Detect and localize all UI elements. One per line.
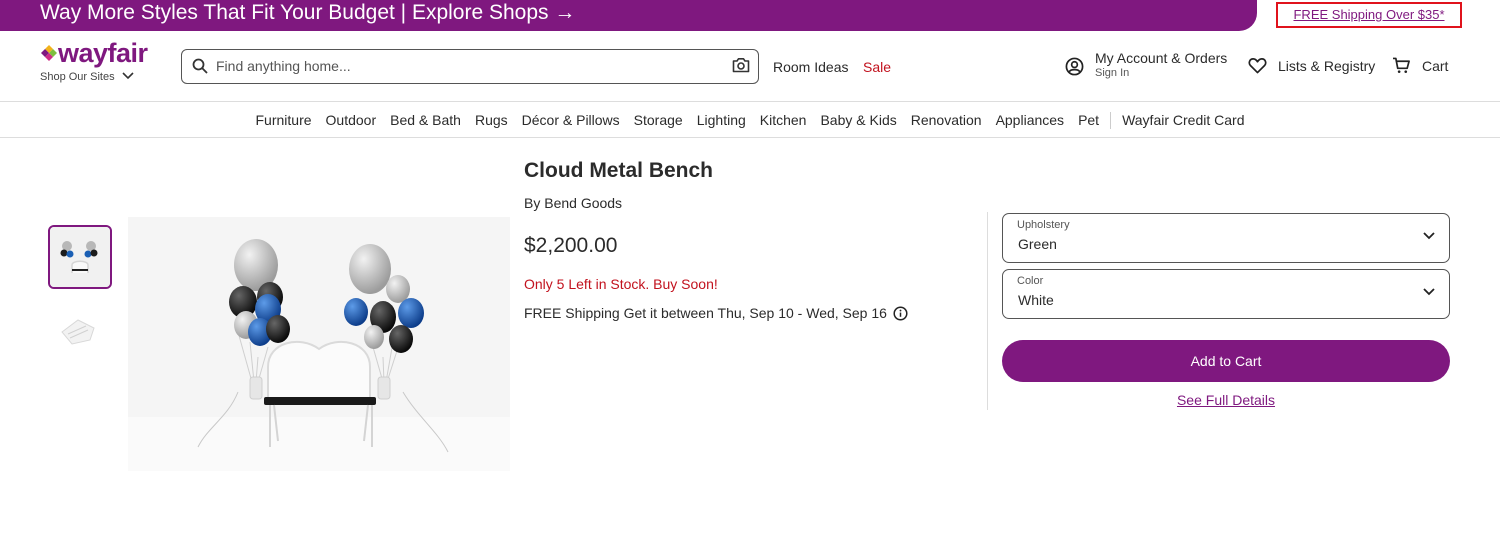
bench-balloons-photo <box>128 217 510 471</box>
search-input[interactable] <box>216 50 716 82</box>
free-shipping-link[interactable]: FREE Shipping Over $35* <box>1276 2 1462 28</box>
promo-banner[interactable]: Way More Styles That Fit Your Budget | E… <box>0 0 1257 31</box>
category-bed-bath[interactable]: Bed & Bath <box>383 112 468 128</box>
site-header: wayfair Shop Our Sites Room Ideas Sale M… <box>0 31 1500 102</box>
category-storage[interactable]: Storage <box>627 112 690 128</box>
category-appliances[interactable]: Appliances <box>989 112 1072 128</box>
category-rugs[interactable]: Rugs <box>468 112 515 128</box>
category-credit-card[interactable]: Wayfair Credit Card <box>1115 112 1251 128</box>
category-baby-kids[interactable]: Baby & Kids <box>813 112 903 128</box>
upholstery-select[interactable]: Upholstery Green <box>1002 213 1450 263</box>
category-renovation[interactable]: Renovation <box>904 112 989 128</box>
heart-icon <box>1248 58 1267 74</box>
thumbnail-bench-angle-image <box>50 300 110 360</box>
sale-link[interactable]: Sale <box>863 59 891 75</box>
promo-banner-text[interactable]: Way More Styles That Fit Your Budget | E… <box>40 1 575 24</box>
account-icon <box>1065 57 1084 76</box>
product-main-image[interactable] <box>128 217 510 471</box>
category-decor-pillows[interactable]: Décor & Pillows <box>515 112 627 128</box>
upholstery-value: Green <box>1018 236 1057 252</box>
category-outdoor[interactable]: Outdoor <box>319 112 384 128</box>
room-ideas-link[interactable]: Room Ideas <box>773 59 848 75</box>
chevron-down-icon <box>1423 288 1435 296</box>
color-label: Color <box>1017 275 1044 287</box>
category-kitchen[interactable]: Kitchen <box>753 112 814 128</box>
logo-text: wayfair <box>58 38 148 68</box>
cart-link[interactable]: Cart <box>1392 57 1448 74</box>
search-bar <box>181 49 759 84</box>
shop-our-sites-label: Shop Our Sites <box>40 71 115 83</box>
see-full-details-link: See Full Details <box>1002 392 1450 408</box>
add-to-cart-button[interactable]: Add to Cart <box>1002 340 1450 382</box>
see-full-details-label[interactable]: See Full Details <box>1177 392 1275 408</box>
sign-in-label: Sign In <box>1095 67 1130 79</box>
camera-icon[interactable] <box>732 57 750 73</box>
cart-icon <box>1393 57 1410 73</box>
color-select[interactable]: Color White <box>1002 269 1450 319</box>
category-furniture[interactable]: Furniture <box>249 112 319 128</box>
category-pet[interactable]: Pet <box>1071 112 1106 128</box>
info-icon[interactable] <box>893 305 908 321</box>
lists-registry-label: Lists & Registry <box>1278 57 1376 74</box>
cart-label: Cart <box>1422 57 1449 74</box>
upholstery-label: Upholstery <box>1017 219 1070 231</box>
product-brand[interactable]: By Bend Goods <box>524 195 622 211</box>
shipping-estimate-text: FREE Shipping Get it between Thu, Sep 10… <box>524 305 887 321</box>
lists-registry-link[interactable]: Lists & Registry <box>1248 57 1375 74</box>
shop-our-sites-button[interactable]: Shop Our Sites <box>40 71 134 83</box>
account-menu[interactable]: My Account & Orders Sign In <box>1065 51 1227 81</box>
category-divider <box>1110 111 1112 129</box>
product-title: Cloud Metal Bench <box>524 159 714 182</box>
color-value: White <box>1018 292 1054 308</box>
product-thumbnail-1[interactable] <box>48 225 112 289</box>
account-orders-label: My Account & Orders <box>1095 50 1228 66</box>
promo-row: Way More Styles That Fit Your Budget | E… <box>0 0 1500 31</box>
wayfair-logo[interactable]: wayfair <box>40 38 148 68</box>
product-price: $2,200.00 <box>524 234 618 257</box>
shipping-estimate: FREE Shipping Get it between Thu, Sep 10… <box>524 305 908 321</box>
chevron-down-icon <box>122 72 134 80</box>
category-lighting[interactable]: Lighting <box>690 112 753 128</box>
category-nav: Furniture Outdoor Bed & Bath Rugs Décor … <box>0 103 1500 138</box>
thumbnail-bench-image <box>50 227 110 287</box>
search-icon[interactable] <box>192 58 208 74</box>
logo-mark-icon <box>41 45 57 61</box>
chevron-down-icon <box>1423 232 1435 240</box>
column-divider <box>987 212 988 410</box>
product-thumbnail-2[interactable] <box>50 300 110 360</box>
stock-warning: Only 5 Left in Stock. Buy Soon! <box>524 276 718 292</box>
